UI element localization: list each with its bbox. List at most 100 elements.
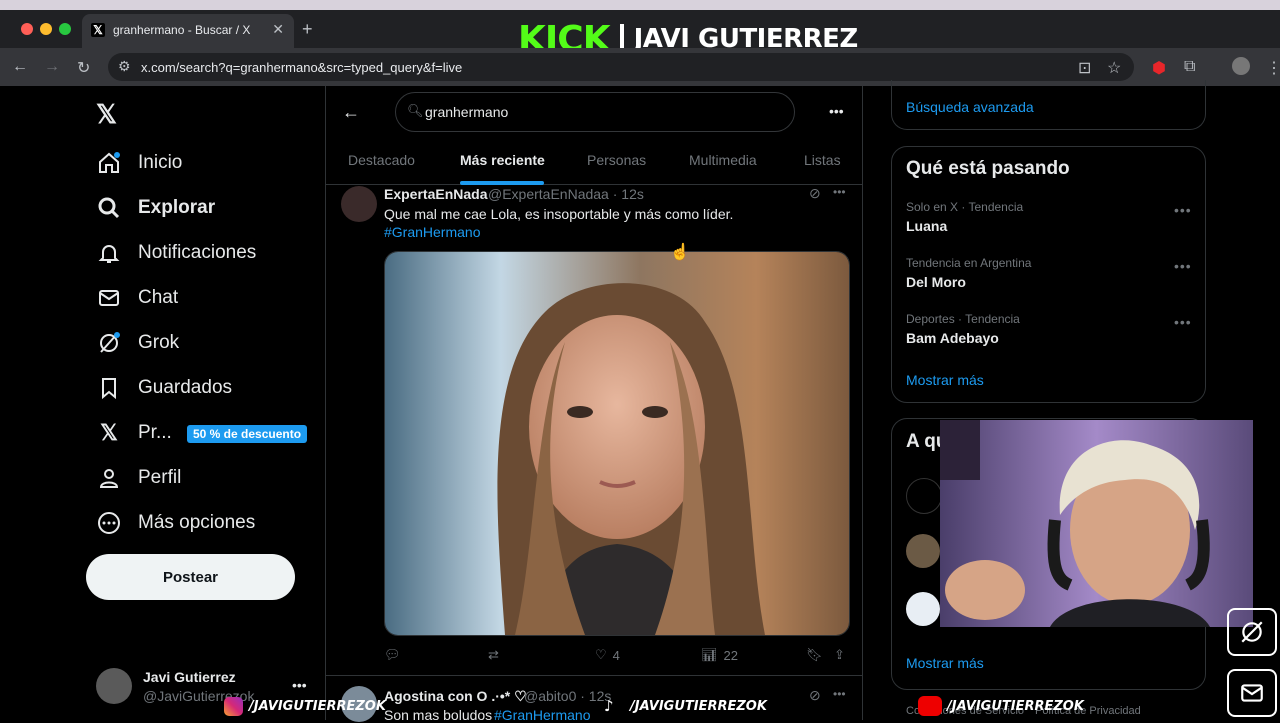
nav-grok[interactable]: Grok: [96, 327, 179, 359]
tab-multimedia[interactable]: Multimedia: [689, 152, 757, 168]
chrome-menu-icon[interactable]: ⋮: [1266, 58, 1280, 78]
mouse-cursor-icon: ☝: [670, 244, 690, 261]
nav-explore[interactable]: Explorar: [96, 192, 215, 224]
site-info-icon[interactable]: ⚙: [118, 58, 131, 75]
extension-icon[interactable]: ⬢: [1152, 58, 1166, 78]
trend-more-icon[interactable]: •••: [1174, 258, 1192, 274]
advanced-search-link[interactable]: Búsqueda avanzada: [906, 99, 1034, 115]
address-bar[interactable]: ⚙ x.com/search?q=granhermano&src=typed_q…: [108, 53, 1134, 81]
home-icon: [96, 150, 122, 176]
tab-title: granhermano - Buscar / X: [113, 23, 251, 37]
column-divider-right: [862, 86, 863, 720]
nav-profile-label: Perfil: [138, 467, 182, 488]
trend-name[interactable]: Del Moro: [906, 274, 966, 290]
search-icon: [96, 195, 122, 221]
tweet-more-icon-2[interactable]: •••: [833, 687, 846, 701]
whats-happening-title: Qué está pasando: [906, 158, 1070, 179]
instagram-handle: /JAVIGUTIERREZOK: [249, 699, 386, 714]
bookmark-star-icon[interactable]: ☆: [1107, 58, 1121, 78]
back-arrow-icon[interactable]: ←: [342, 102, 360, 123]
like-button[interactable]: ♡ 4: [595, 647, 620, 663]
instagram-icon: [224, 697, 243, 716]
account-menu-icon[interactable]: •••: [292, 677, 307, 693]
tweet-hashtag-2[interactable]: #GranHermano: [494, 707, 591, 723]
tweet-text: Que mal me cae Lola, es insoportable y m…: [384, 206, 734, 222]
tweet-author-name[interactable]: ExpertaEnNada: [384, 186, 487, 202]
like-count: 4: [612, 647, 620, 663]
nav-more[interactable]: Más opciones: [96, 507, 255, 539]
trend-name[interactable]: Luana: [906, 218, 947, 234]
views-button[interactable]: 📊︎ 22: [701, 647, 738, 663]
back-icon[interactable]: ←: [12, 58, 28, 76]
nav-chat[interactable]: Chat: [96, 282, 178, 314]
browser-tab[interactable]: 𝕏 granhermano - Buscar / X ✕: [82, 14, 294, 48]
suggestion-avatar[interactable]: [906, 534, 940, 568]
tweet-author-handle[interactable]: @ExpertaEnNadaa · 12s: [488, 186, 644, 202]
trend-category: Deportes · Tendencia: [906, 312, 1020, 326]
repost-icon: ⇄: [488, 647, 499, 662]
reload-icon[interactable]: ↻: [77, 58, 90, 78]
search-input[interactable]: 🔍︎ granhermano: [395, 92, 795, 132]
repost-button[interactable]: ⇄: [488, 647, 499, 663]
nav-premium-label: Pr...: [138, 422, 172, 443]
grok-icon: [96, 330, 122, 356]
x-logo-icon[interactable]: 𝕏: [96, 99, 117, 130]
suggestion-avatar-netflix[interactable]: [906, 478, 942, 514]
tweet-hashtag[interactable]: #GranHermano: [384, 224, 481, 240]
nav-profile[interactable]: Perfil: [96, 462, 181, 494]
tab-destacado[interactable]: Destacado: [348, 152, 415, 168]
trend-more-icon[interactable]: •••: [1174, 202, 1192, 218]
heart-icon: ♡: [595, 647, 607, 662]
overlay-messages-button[interactable]: [1227, 669, 1277, 717]
trend-name[interactable]: Bam Adebayo: [906, 330, 999, 346]
tweet-divider: [326, 675, 862, 676]
tab-listas[interactable]: Listas: [804, 152, 841, 168]
premium-discount-badge[interactable]: 50 % de descuento: [187, 425, 308, 443]
trend-category: Tendencia en Argentina: [906, 256, 1032, 270]
search-more-icon[interactable]: •••: [829, 103, 844, 119]
tweet-author-handle-2[interactable]: @abito0 · 12s: [524, 688, 611, 704]
tweet-avatar[interactable]: [341, 186, 377, 222]
nav-notifications-label: Notificaciones: [138, 242, 257, 263]
forward-icon[interactable]: →: [44, 58, 60, 76]
suggestion-avatar[interactable]: [906, 592, 940, 626]
nav-premium[interactable]: 𝕏 Pr...: [96, 417, 172, 449]
close-tab-icon[interactable]: ✕: [272, 21, 284, 38]
show-more-follow-link[interactable]: Mostrar más: [906, 655, 984, 671]
youtube-handle: /JAVIGUTIERREZOK: [947, 699, 1084, 714]
tweet-bookmark-button[interactable]: 🔖︎: [806, 647, 823, 663]
show-more-trends-link[interactable]: Mostrar más: [906, 372, 984, 388]
tweet-author-name-2[interactable]: Agostina con O .·•* ♡: [384, 688, 527, 705]
tab-mas-reciente[interactable]: Más reciente: [460, 152, 545, 168]
share-button[interactable]: ⇪: [834, 647, 845, 663]
nav-home[interactable]: Inicio: [96, 147, 182, 179]
minimize-window-button[interactable]: [40, 23, 52, 35]
search-query: granhermano: [425, 104, 509, 120]
share-icon: ⇪: [834, 647, 845, 662]
nav-more-label: Más opciones: [138, 512, 256, 533]
tab-personas[interactable]: Personas: [587, 152, 646, 168]
nav-home-label: Inicio: [138, 152, 183, 173]
grok-explain-icon-2[interactable]: ⊘: [809, 687, 821, 704]
views-chart-icon: 📊︎: [701, 647, 718, 662]
close-window-button[interactable]: [21, 23, 33, 35]
account-avatar[interactable]: [96, 668, 132, 704]
nav-bookmarks[interactable]: Guardados: [96, 372, 232, 404]
overlay-grok-button[interactable]: [1227, 608, 1277, 656]
nav-notifications[interactable]: Notificaciones: [96, 237, 256, 269]
person-icon: [96, 465, 122, 491]
trend-category: Solo en X · Tendencia: [906, 200, 1024, 214]
extensions-puzzle-icon[interactable]: ⧉: [1184, 58, 1195, 76]
grok-explain-icon[interactable]: ⊘: [809, 185, 821, 202]
nav-bookmarks-label: Guardados: [138, 377, 233, 398]
tweet-media-image[interactable]: [384, 251, 850, 636]
tweet-more-icon[interactable]: •••: [833, 185, 846, 199]
maximize-window-button[interactable]: [59, 23, 71, 35]
post-button[interactable]: Postear: [86, 554, 295, 600]
profile-avatar-icon[interactable]: [1232, 57, 1250, 75]
reply-button[interactable]: 💬︎: [384, 647, 401, 663]
install-app-icon[interactable]: ⊡: [1078, 58, 1091, 78]
new-tab-icon[interactable]: +: [302, 19, 313, 40]
trend-more-icon[interactable]: •••: [1174, 314, 1192, 330]
bell-icon: [96, 240, 122, 266]
